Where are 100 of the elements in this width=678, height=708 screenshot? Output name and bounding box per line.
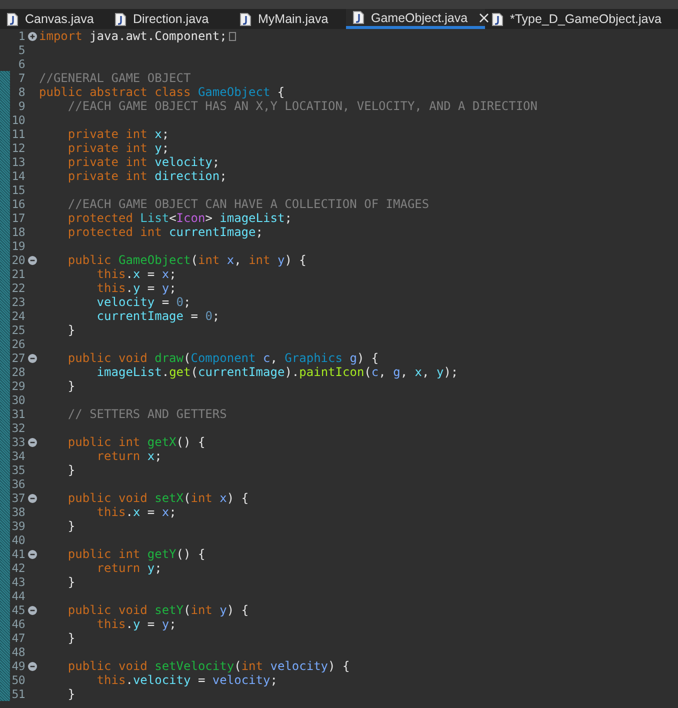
tab-label: MyMain.java	[258, 12, 328, 26]
code-line: }	[66, 687, 76, 701]
editor-tab[interactable]: MyMain.java	[233, 9, 346, 29]
java-file-icon	[492, 12, 503, 26]
line-number: 35	[10, 463, 25, 477]
line-number: 47	[10, 631, 25, 645]
collapse-icon[interactable]	[28, 256, 36, 264]
code-line: }	[66, 519, 76, 533]
tab-label: GameObject.java	[371, 10, 468, 24]
code-line: import java.awt.Component;	[39, 29, 227, 43]
editor-tab[interactable]: Canvas.java	[0, 9, 108, 29]
line-number: 12	[10, 141, 25, 155]
line-number: 50	[10, 673, 25, 687]
code-line: public abstract class GameObject {	[39, 85, 285, 99]
line-number: 19	[10, 239, 25, 253]
code-line: }	[66, 631, 76, 645]
collapse-icon[interactable]	[28, 550, 36, 558]
line-number: 17	[10, 211, 25, 225]
code-line: // SETTERS AND GETTERS	[66, 407, 227, 421]
line-number: 24	[10, 309, 25, 323]
code-line: protected int currentImage;	[66, 225, 263, 239]
collapse-icon[interactable]	[28, 354, 36, 362]
collapse-icon[interactable]	[28, 494, 36, 502]
code-line: this.x = x;	[96, 505, 176, 519]
code-line: //GENERAL GAME OBJECT	[39, 71, 191, 85]
line-number: 26	[10, 337, 25, 351]
code-line: return y;	[96, 561, 162, 575]
code-line: public void draw(Component c, Graphics g) {	[66, 351, 379, 365]
code-line: velocity = 0;	[96, 295, 191, 309]
line-number: 15	[10, 183, 25, 197]
code-line: this.y = y;	[96, 281, 176, 295]
line-number: 7	[17, 71, 25, 85]
line-number: 10	[10, 113, 25, 127]
line-number: 32	[10, 421, 25, 435]
code-line: this.x = x;	[96, 267, 176, 281]
line-number: 38	[10, 505, 25, 519]
line-number: 11	[10, 127, 25, 141]
java-file-icon	[7, 12, 18, 26]
code-line: }	[66, 575, 76, 589]
code-line: imageList.get(currentImage).paintIcon(c, g, x, y);	[96, 365, 458, 379]
collapse-icon[interactable]	[28, 606, 36, 614]
line-number: 23	[10, 295, 25, 309]
code-line: protected List<Icon> imageList;	[66, 211, 292, 225]
line-number: 18	[10, 225, 25, 239]
code-line: }	[66, 463, 76, 477]
code-line: currentImage = 0;	[96, 309, 220, 323]
collapse-icon[interactable]	[28, 662, 36, 670]
line-number: 41	[10, 547, 25, 561]
line-number: 20	[10, 253, 25, 267]
line-number: 9	[17, 99, 25, 113]
editor-tab[interactable]: Direction.java	[108, 9, 233, 29]
tab-label: Direction.java	[133, 12, 209, 26]
code-line: }	[66, 379, 76, 393]
code-line: private int x;	[66, 127, 170, 141]
java-file-icon	[115, 12, 126, 26]
line-number: 39	[10, 519, 25, 533]
line-number: 49	[10, 659, 25, 673]
line-number: 34	[10, 449, 25, 463]
code-line: }	[66, 323, 76, 337]
line-number: 46	[10, 617, 25, 631]
line-number: 16	[10, 197, 25, 211]
line-number: 25	[10, 323, 25, 337]
line-number: 30	[10, 393, 25, 407]
code-line: public void setVelocity(int velocity) {	[66, 659, 350, 673]
line-number: 13	[10, 155, 25, 169]
folded-code-icon[interactable]	[228, 32, 236, 40]
tab-label: Canvas.java	[25, 12, 94, 26]
line-number: 5	[17, 43, 25, 57]
code-line: public int getX() {	[66, 435, 206, 449]
code-line: public void setX(int x) {	[66, 491, 249, 505]
line-number: 1	[17, 29, 25, 43]
line-number: 27	[10, 351, 25, 365]
line-number: 33	[10, 435, 25, 449]
line-number: 51	[10, 687, 25, 701]
line-number: 37	[10, 491, 25, 505]
code-line: this.velocity = velocity;	[96, 673, 278, 687]
line-number: 6	[17, 57, 25, 71]
line-number: 8	[17, 85, 25, 99]
line-number: 28	[10, 365, 25, 379]
code-line: //EACH GAME OBJECT HAS AN X,Y LOCATION, VELOCITY, AND A DIRECTION	[66, 99, 538, 113]
code-line: return x;	[96, 449, 162, 463]
code-line: private int direction;	[66, 169, 227, 183]
code-line: public int getY() {	[66, 547, 206, 561]
collapse-icon[interactable]	[28, 438, 36, 446]
close-icon[interactable]	[478, 12, 489, 22]
line-number: 45	[10, 603, 25, 617]
code-line: private int velocity;	[66, 155, 220, 169]
line-number: 42	[10, 561, 25, 575]
code-line: public GameObject(int x, int y) {	[66, 253, 306, 267]
line-number: 14	[10, 169, 25, 183]
line-number: 22	[10, 281, 25, 295]
line-number: 48	[10, 645, 25, 659]
editor-tab[interactable]: *Type_D_GameObject.java	[485, 9, 670, 29]
code-line: this.y = y;	[96, 617, 176, 631]
line-number: 31	[10, 407, 25, 421]
code-line: //EACH GAME OBJECT CAN HAVE A COLLECTION OF IMAGES	[66, 197, 430, 211]
expand-icon[interactable]	[28, 32, 36, 40]
line-number: 36	[10, 477, 25, 491]
code-line: private int y;	[66, 141, 170, 155]
line-number: 44	[10, 589, 25, 603]
